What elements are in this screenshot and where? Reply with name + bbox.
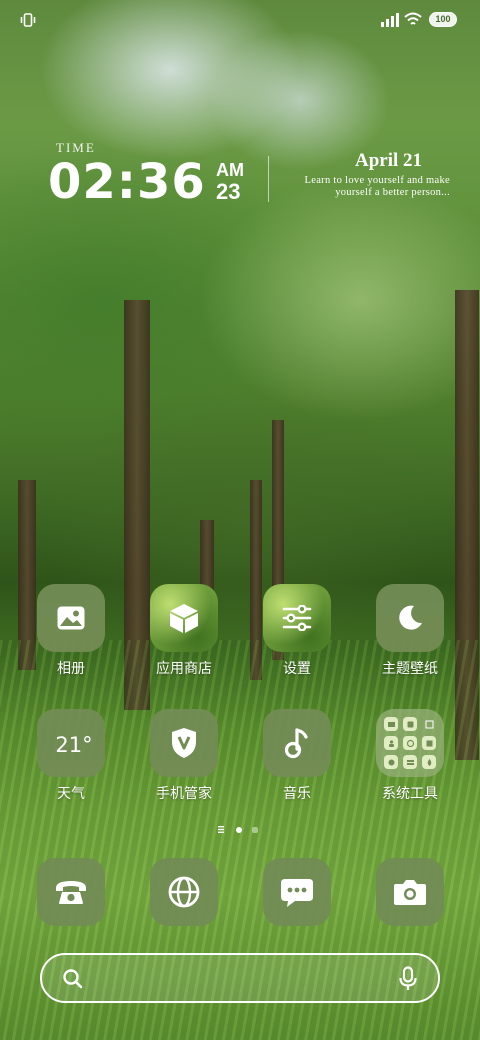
dock-camera[interactable] — [376, 858, 444, 926]
mini-app-icon — [384, 717, 398, 731]
app-store-icon — [170, 604, 198, 633]
gallery-tile[interactable] — [37, 584, 105, 652]
app-label: 设置 — [283, 661, 311, 677]
mini-app-icon — [422, 717, 436, 731]
page-dot — [252, 827, 258, 833]
vibrate-icon — [20, 13, 36, 27]
app-store[interactable]: 应用商店 — [129, 584, 239, 678]
theme-icon — [399, 605, 422, 630]
app-music[interactable]: 音乐 — [242, 709, 352, 803]
app-label: 系统工具 — [382, 786, 438, 802]
messages-icon — [281, 879, 313, 907]
gallery-icon — [57, 606, 85, 630]
minute-small: 23 — [216, 179, 241, 204]
quote-line: yourself a better person... — [335, 187, 450, 198]
am-pm-label: AM — [216, 160, 244, 180]
quote-line: Learn to love yourself and make — [304, 175, 450, 186]
page-indicator[interactable] — [218, 825, 262, 835]
app-settings[interactable]: 设置 — [242, 584, 352, 678]
battery-icon: 100 — [429, 12, 457, 27]
mini-app-icon — [384, 755, 398, 769]
page-dot-active — [236, 827, 242, 833]
app-label: 应用商店 — [156, 661, 212, 677]
quote-text: Learn to love yourself and make yourself… — [278, 175, 450, 199]
signal-icon — [381, 13, 399, 27]
camera-icon — [394, 880, 426, 905]
music-icon — [284, 728, 308, 759]
search-input[interactable] — [96, 963, 376, 993]
settings-icon — [282, 605, 312, 631]
status-bar: 100 — [0, 0, 480, 40]
app-weather[interactable]: 21° 天气 — [16, 709, 126, 803]
phone-icon — [56, 881, 86, 904]
microphone-icon[interactable] — [398, 966, 418, 992]
app-phone-manager[interactable]: 手机管家 — [129, 709, 239, 803]
widget-divider — [268, 156, 269, 202]
dock-browser[interactable] — [150, 858, 218, 926]
app-gallery[interactable]: 相册 — [16, 584, 126, 678]
app-label: 主题壁纸 — [382, 661, 438, 677]
mini-app-icon — [422, 736, 436, 750]
weather-tile[interactable]: 21° — [37, 709, 105, 777]
app-theme[interactable]: 主题壁纸 — [355, 584, 465, 678]
settings-tile[interactable] — [263, 584, 331, 652]
app-label: 相册 — [57, 661, 85, 677]
dock-phone[interactable] — [37, 858, 105, 926]
shield-icon — [172, 728, 196, 758]
page-list-icon — [218, 826, 224, 833]
mini-app-icon — [403, 755, 417, 769]
search-icon[interactable] — [62, 968, 84, 990]
folder-icon — [384, 717, 436, 769]
clock-time: 02:36 — [48, 154, 206, 210]
mini-app-icon — [403, 717, 417, 731]
app-label: 手机管家 — [156, 786, 212, 802]
app-folder-system-tools[interactable]: 系统工具 — [355, 709, 465, 803]
mini-app-icon — [403, 736, 417, 750]
weather-temp: 21° — [55, 733, 93, 757]
mini-app-icon — [422, 755, 436, 769]
mini-app-icon — [384, 736, 398, 750]
dock-messages[interactable] — [263, 858, 331, 926]
app-label: 音乐 — [283, 786, 311, 802]
search-bar[interactable] — [40, 953, 440, 1003]
music-tile[interactable] — [263, 709, 331, 777]
theme-tile[interactable] — [376, 584, 444, 652]
phone-manager-tile[interactable] — [150, 709, 218, 777]
wifi-icon — [404, 12, 422, 25]
date-text: April 21 — [354, 150, 422, 171]
browser-icon — [168, 876, 200, 908]
app-store-tile[interactable] — [150, 584, 218, 652]
folder-tile[interactable] — [376, 709, 444, 777]
app-label: 天气 — [57, 786, 85, 802]
